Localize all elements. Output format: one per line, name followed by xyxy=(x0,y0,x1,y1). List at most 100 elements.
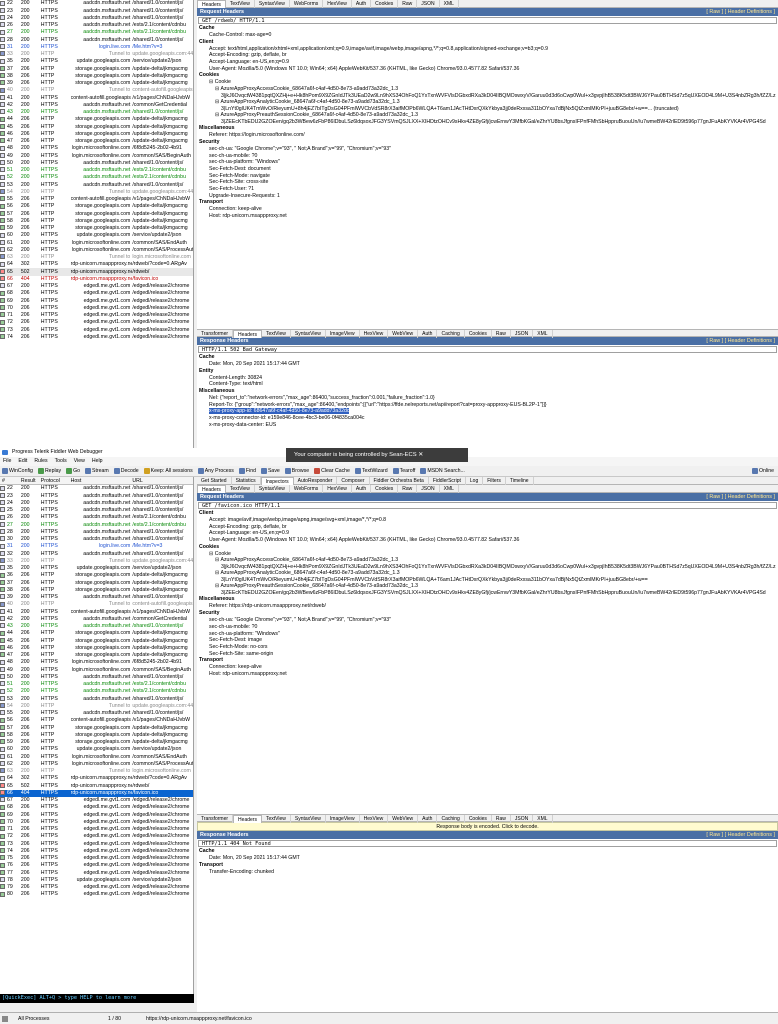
session-row[interactable]: 54 200 HTTP Tunnel to update.googleapis.com:… xyxy=(0,189,193,196)
session-row[interactable]: 68 206 HTTPS edgedl.me.gvt1.com/edgedl/rele… xyxy=(0,804,193,811)
session-row[interactable]: 38 206 HTTP storage.googleapis.com/update-d… xyxy=(0,587,193,594)
tab-headers[interactable]: Headers xyxy=(233,815,262,823)
header-line[interactable]: Sec-Fetch-Mode: navigate xyxy=(197,173,778,180)
header-line[interactable]: Sec-Fetch-Dest: document xyxy=(197,166,778,173)
session-row[interactable]: 22 200 HTTPS aadcdn.msftauth.net/shared/1.0… xyxy=(0,0,193,7)
tab-caching[interactable]: Caching xyxy=(437,815,465,823)
session-row[interactable]: 62 200 HTTPS login.microsoftonline.com/comm… xyxy=(0,247,193,254)
session-row[interactable]: 41 200 HTTPS content-autofill.googleapis/v1… xyxy=(0,94,193,101)
header-line[interactable]: Connection: keep-alive xyxy=(197,664,778,671)
toolbar-go[interactable]: Go xyxy=(66,468,80,475)
header-line[interactable]: Accept-Language: en-US,en;q=0.9 xyxy=(197,59,778,66)
header-line[interactable]: Sec-Fetch-Dest: image xyxy=(197,637,778,644)
session-row[interactable]: 65 502 HTTPS rdp-unicorn.msappproxy.net/rdw… xyxy=(0,268,193,276)
header-line[interactable]: Accept-Encoding: gzip, deflate, br xyxy=(197,52,778,59)
session-row[interactable]: 66 404 HTTPS rdp-unicorn.msappproxy.net/fav… xyxy=(0,789,193,797)
header-line[interactable]: sec-ch-ua-mobile: ?0 xyxy=(197,153,778,160)
tab-textview[interactable]: TextView xyxy=(262,330,291,338)
column-header-url[interactable]: URL xyxy=(132,477,193,484)
raw-link[interactable]: [ Raw ] xyxy=(706,9,723,15)
session-row[interactable]: 71 206 HTTPS edgedl.me.gvt1.com/edgedl/rele… xyxy=(0,826,193,833)
session-row[interactable]: 44 206 HTTP storage.googleapis.com/update-d… xyxy=(0,630,193,637)
session-row[interactable]: 68 206 HTTPS edgedl.me.gvt1.com/edgedl/rele… xyxy=(0,290,193,297)
session-row[interactable]: 52 200 HTTPS aadcdn.msftauth.net/ests/2.1/c… xyxy=(0,174,193,181)
header-line[interactable]: User-Agent: Mozilla/5.0 (Windows NT 10.0… xyxy=(197,66,778,73)
session-row[interactable]: 47 206 HTTP storage.googleapis.com/update-d… xyxy=(0,652,193,659)
header-line[interactable]: Accept-Encoding: gzip, deflate, br xyxy=(197,524,778,531)
column-header-protocol[interactable]: Protocol xyxy=(41,477,71,484)
session-row[interactable]: 58 206 HTTP storage.googleapis.com/update-d… xyxy=(0,732,193,739)
tab-hexview[interactable]: HexView xyxy=(360,330,389,338)
tab-raw[interactable]: Raw xyxy=(492,815,511,823)
header-line[interactable]: x-ms-proxy-app-id: 68647a6f-c4af-4d50-8e… xyxy=(197,408,778,415)
header-line[interactable]: x-ms-proxy-data-center: EUS xyxy=(197,422,778,429)
tab-webview[interactable]: WebView xyxy=(388,330,419,338)
session-row[interactable]: 56 206 HTTP content-autofill.googleapis/v1/… xyxy=(0,717,193,724)
session-row[interactable]: 67 200 HTTPS edgedl.me.gvt1.com/edgedl/rele… xyxy=(0,283,193,290)
capture-icon[interactable] xyxy=(2,1015,8,1022)
session-row[interactable]: 74 206 HTTPS edgedl.me.gvt1.com/edgedl/rele… xyxy=(0,848,193,855)
session-row[interactable]: 27 200 HTTPS aadcdn.msftauth.net/ests/2.1/c… xyxy=(0,29,193,36)
tab-auth[interactable]: Auth xyxy=(418,330,438,338)
header-line[interactable]: Sec-Fetch-Site: same-origin xyxy=(197,651,778,658)
session-row[interactable]: 32 200 HTTPS aadcdn.msftauth.net/shared/1.0… xyxy=(0,550,193,557)
session-row[interactable]: 24 200 HTTPS aadcdn.msftauth.net/shared/1.0… xyxy=(0,15,193,22)
header-line[interactable]: sec-ch-ua-platform: "Windows" xyxy=(197,159,778,166)
tab-xml[interactable]: XML xyxy=(440,0,459,8)
tab-log[interactable]: Log xyxy=(466,477,484,485)
header-line[interactable]: Sec-Fetch-Site: cross-site xyxy=(197,179,778,186)
session-row[interactable]: 54 200 HTTP Tunnel to update.googleapis.com:… xyxy=(0,703,193,710)
session-row[interactable]: 49 200 HTTPS login.microsoftonline.com/comm… xyxy=(0,152,193,159)
session-row[interactable]: 75 206 HTTPS edgedl.me.gvt1.com/edgedl/rele… xyxy=(0,855,193,862)
tab-textview[interactable]: TextView xyxy=(262,815,291,823)
header-line[interactable]: sec-ch-ua: "Google Chrome";v="93", " Not… xyxy=(197,146,778,153)
process-filter[interactable]: All Processes xyxy=(18,1013,98,1024)
session-row[interactable]: 50 200 HTTPS aadcdn.msftauth.net/shared/1.0… xyxy=(0,160,193,167)
session-row[interactable]: 23 200 HTTPS aadcdn.msftauth.net/shared/1.0… xyxy=(0,7,193,14)
session-row[interactable]: 76 206 HTTPS edgedl.me.gvt1.com/edgedl/rele… xyxy=(0,862,193,869)
header-line[interactable]: Cache-Control: max-age=0 xyxy=(197,32,778,39)
header-line[interactable]: Transfer-Encoding: chunked xyxy=(197,869,778,876)
session-row[interactable]: 79 206 HTTPS edgedl.me.gvt1.com/edgedl/rele… xyxy=(0,884,193,891)
cookie-value[interactable]: 3|ZEEcKTbEDU2GZOEen/gq2b3WBew6zFbP86IDbu… xyxy=(197,590,778,597)
tab-xml[interactable]: XML xyxy=(440,485,459,493)
session-row[interactable]: 77 206 HTTPS edgedl.me.gvt1.com/edgedl/rele… xyxy=(0,869,193,876)
tab-autoresponder[interactable]: AutoResponder xyxy=(294,477,338,485)
session-row[interactable]: 35 200 HTTPS update.googleapis.com/service/… xyxy=(0,565,193,572)
session-row[interactable]: 59 206 HTTP storage.googleapis.com/update-d… xyxy=(0,739,193,746)
session-row[interactable]: 31 200 HTTPS login.live.com/Me.htm?v=3 xyxy=(0,44,193,51)
tab-raw[interactable]: Raw xyxy=(492,330,511,338)
toolbar-stream[interactable]: Stream xyxy=(85,468,109,475)
tab-fiddlerscript[interactable]: FiddlerScript xyxy=(429,477,466,485)
tab-raw[interactable]: Raw xyxy=(398,0,418,8)
tab-webforms[interactable]: WebForms xyxy=(290,485,324,493)
session-row[interactable]: 61 200 HTTPS login.microsoftonline.com/comm… xyxy=(0,239,193,246)
tab-textview[interactable]: TextView xyxy=(226,485,255,493)
session-row[interactable]: 28 200 HTTPS aadcdn.msftauth.net/shared/1.0… xyxy=(0,529,193,536)
header-line[interactable]: Date: Mon, 20 Sep 2021 15:17:44 GMT xyxy=(197,855,778,862)
toolbar-clear-cache[interactable]: Clear Cache xyxy=(314,468,350,475)
tab-cookies[interactable]: Cookies xyxy=(465,330,492,338)
header-line[interactable]: NeI: {"report_to":"network-errors","max_… xyxy=(197,395,778,402)
session-row[interactable]: 57 206 HTTP storage.googleapis.com/update-d… xyxy=(0,724,193,731)
tab-raw[interactable]: Raw xyxy=(398,485,418,493)
menu-file[interactable]: File xyxy=(3,457,11,466)
header-line[interactable]: Sec-Fetch-Mode: no-cors xyxy=(197,644,778,651)
tab-hexview[interactable]: HexView xyxy=(323,0,352,8)
header-line[interactable]: Report-To: {"group":"network-errors","ma… xyxy=(197,402,778,409)
header-line[interactable]: Connection: keep-alive xyxy=(197,206,778,213)
tab-caching[interactable]: Caching xyxy=(437,330,465,338)
cookie-node[interactable]: ⊟ Cookie xyxy=(197,551,778,558)
header-line[interactable]: Host: rdp-unicorn.msappproxy.net xyxy=(197,213,778,220)
session-row[interactable]: 52 200 HTTPS aadcdn.msftauth.net/ests/2.1/c… xyxy=(0,688,193,695)
tab-json[interactable]: JSON xyxy=(511,330,534,338)
session-row[interactable]: 33 200 HTTP Tunnel to update.googleapis.com:… xyxy=(0,51,193,58)
session-row[interactable]: 23 200 HTTPS aadcdn.msftauth.net/shared/1.0… xyxy=(0,492,193,499)
session-row[interactable]: 43 200 HTTPS aadcdn.msftauth.net/shared/1.0… xyxy=(0,109,193,116)
session-row[interactable]: 50 200 HTTPS aadcdn.msftauth.net/shared/1.0… xyxy=(0,674,193,681)
session-row[interactable]: 49 200 HTTPS login.microsoftonline.com/comm… xyxy=(0,666,193,673)
session-row[interactable]: 41 200 HTTPS content-autofill.googleapis/v1… xyxy=(0,608,193,615)
session-row[interactable]: 42 200 HTTPS aadcdn.msftauth.net/common/Get… xyxy=(0,616,193,623)
tab-headers[interactable]: Headers xyxy=(197,0,226,8)
toolbar-replay[interactable]: Replay xyxy=(37,468,61,475)
